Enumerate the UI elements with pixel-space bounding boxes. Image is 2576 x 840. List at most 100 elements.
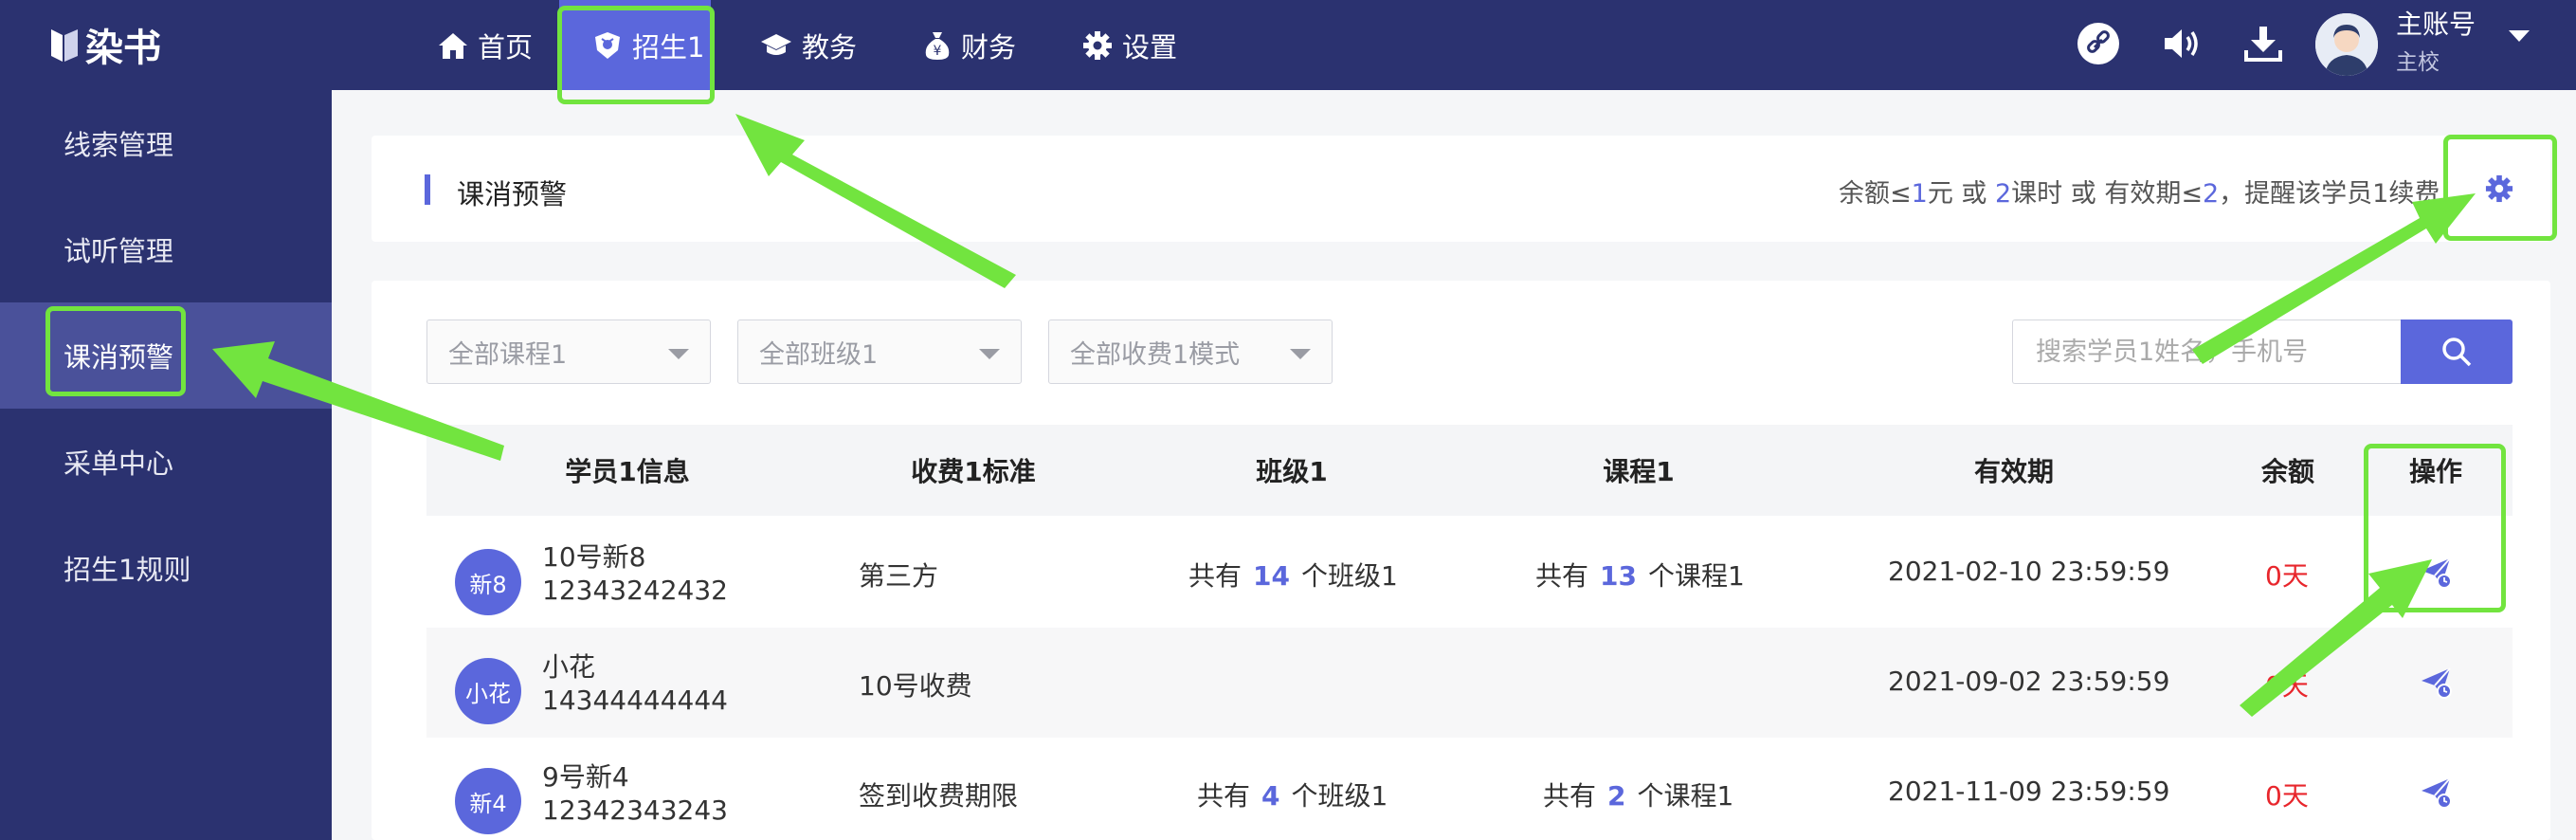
svg-text:¥: ¥ bbox=[934, 44, 942, 59]
caret-down-icon bbox=[2509, 30, 2530, 42]
page-title: 课消预警 bbox=[457, 178, 568, 210]
caret-down-icon bbox=[668, 349, 689, 359]
nav-recruit[interactable]: 招生1 bbox=[559, 0, 711, 90]
sidebar-item-trial[interactable]: 试听管理 bbox=[0, 196, 332, 302]
course-count-suffix: 个课程1 bbox=[1637, 780, 1734, 812]
speaker-icon bbox=[2165, 29, 2198, 58]
remind-rule-text: 余额≤1元 或 2课时 或 有效期≤2，提醒该学员1续费 bbox=[1839, 173, 2440, 210]
column-header-class: 班级1 bbox=[1256, 456, 1328, 487]
sound-button[interactable] bbox=[2153, 15, 2210, 72]
remind-value: 2 bbox=[2202, 179, 2220, 209]
column-header-course: 课程1 bbox=[1603, 456, 1675, 487]
class-count-value[interactable]: 14 bbox=[1253, 560, 1290, 592]
class-count-prefix: 共有 bbox=[1188, 560, 1243, 592]
account-name[interactable]: 主账号 bbox=[2396, 4, 2476, 42]
gear-icon bbox=[2485, 174, 2513, 203]
caret-down-icon bbox=[979, 349, 1000, 359]
sidebar-item-label: 线索管理 bbox=[63, 129, 174, 161]
remind-settings-button[interactable] bbox=[2476, 165, 2523, 212]
column-header-student: 学员1信息 bbox=[565, 456, 690, 487]
nav-home[interactable]: 首页 bbox=[438, 0, 533, 90]
logo-book-icon bbox=[51, 29, 78, 62]
remind-text: 元 或 bbox=[1927, 179, 1995, 209]
column-header-action: 操作 bbox=[2408, 456, 2463, 487]
account-dropdown[interactable] bbox=[2508, 28, 2531, 46]
table-row bbox=[426, 518, 2513, 628]
student-avatar: 新8 bbox=[455, 549, 521, 615]
sidebar-item-collection[interactable]: 采单中心 bbox=[0, 409, 332, 515]
student-phone: 12342343243 bbox=[542, 794, 728, 826]
class-count: 共有 4 个班级1 bbox=[1197, 776, 1388, 813]
class-count-prefix: 共有 bbox=[1197, 780, 1251, 812]
app-logo[interactable]: 染书 bbox=[49, 17, 161, 72]
course-count-prefix: 共有 bbox=[1543, 780, 1597, 812]
link-icon bbox=[2077, 23, 2119, 64]
search-input[interactable] bbox=[2012, 320, 2401, 384]
fee-standard: 第三方 bbox=[859, 560, 939, 592]
sidebar-item-lesson-warning[interactable]: 课消预警 bbox=[0, 302, 332, 409]
class-filter-select[interactable]: 全部班级1 bbox=[737, 320, 1022, 384]
remind-text: 余额≤ bbox=[1839, 179, 1912, 209]
sidebar-item-label: 采单中心 bbox=[63, 447, 174, 480]
table-row bbox=[426, 738, 2513, 840]
nav-finance-label: 财务 bbox=[961, 30, 1017, 64]
nav-academic-label: 教务 bbox=[802, 30, 858, 64]
student-avatar: 新4 bbox=[455, 768, 521, 834]
student-name: 9号新4 bbox=[542, 761, 629, 793]
class-count-value[interactable]: 4 bbox=[1261, 780, 1279, 812]
student-name: 10号新8 bbox=[542, 541, 646, 573]
remind-value: 1 bbox=[1911, 179, 1928, 209]
sidebar-item-label: 试听管理 bbox=[63, 235, 174, 267]
course-count-suffix: 个课程1 bbox=[1647, 560, 1745, 592]
sidebar-item-rules[interactable]: 招生1规则 bbox=[0, 515, 332, 621]
course-filter-value: 全部课程1 bbox=[448, 339, 568, 370]
graduation-cap-icon bbox=[761, 33, 791, 55]
remind-text: 课时 或 有效期≤ bbox=[2011, 179, 2203, 209]
student-name: 小花 bbox=[542, 651, 596, 683]
nav-settings[interactable]: 设置 bbox=[1082, 0, 1177, 90]
sidebar-item-label: 课消预警 bbox=[63, 341, 174, 374]
download-button[interactable] bbox=[2235, 15, 2292, 72]
logo-text: 染书 bbox=[85, 27, 161, 70]
home-icon bbox=[439, 32, 467, 59]
expire-date: 2021-11-09 23:59:59 bbox=[1888, 776, 2170, 807]
course-count: 共有 2 个课程1 bbox=[1543, 776, 1733, 813]
course-count-value[interactable]: 13 bbox=[1600, 560, 1637, 592]
caret-down-icon bbox=[1290, 349, 1311, 359]
account-avatar[interactable] bbox=[2315, 13, 2378, 76]
balance-value: 0天 bbox=[2265, 780, 2309, 812]
nav-academic[interactable]: 教务 bbox=[760, 0, 857, 90]
fee-mode-filter-value: 全部收费1模式 bbox=[1070, 339, 1241, 370]
course-count-prefix: 共有 bbox=[1535, 560, 1589, 592]
download-icon bbox=[2244, 27, 2282, 62]
class-filter-value: 全部班级1 bbox=[759, 339, 879, 370]
send-reminder-icon[interactable] bbox=[2419, 776, 2453, 810]
search-icon bbox=[2442, 338, 2472, 367]
column-header-expire: 有效期 bbox=[1973, 456, 2055, 487]
expire-date: 2021-09-02 23:59:59 bbox=[1888, 666, 2170, 697]
account-role: 主校 bbox=[2396, 50, 2440, 75]
remind-text: ，提醒该学员1续费 bbox=[2219, 179, 2440, 209]
nav-recruit-label: 招生1 bbox=[632, 30, 705, 64]
shield-icon bbox=[595, 31, 620, 59]
class-count-suffix: 个班级1 bbox=[1291, 780, 1388, 812]
nav-finance[interactable]: ¥ 财务 bbox=[923, 0, 1016, 90]
expire-date: 2021-02-10 23:59:59 bbox=[1888, 556, 2170, 587]
fee-mode-filter-select[interactable]: 全部收费1模式 bbox=[1048, 320, 1333, 384]
nav-home-label: 首页 bbox=[478, 30, 534, 64]
title-accent-bar bbox=[425, 174, 430, 205]
class-count: 共有 14 个班级1 bbox=[1188, 556, 1398, 593]
course-filter-select[interactable]: 全部课程1 bbox=[426, 320, 711, 384]
sidebar-item-leads[interactable]: 线索管理 bbox=[0, 90, 332, 196]
send-reminder-icon[interactable] bbox=[2419, 556, 2453, 590]
column-header-fee: 收费1标准 bbox=[911, 456, 1036, 487]
table-header bbox=[426, 425, 2513, 516]
send-reminder-icon[interactable] bbox=[2419, 666, 2453, 700]
remind-value: 2 bbox=[1994, 179, 2012, 209]
course-count: 共有 13 个课程1 bbox=[1535, 556, 1745, 593]
link-button[interactable] bbox=[2070, 15, 2127, 72]
user-avatar-icon bbox=[2315, 13, 2378, 76]
course-count-value[interactable]: 2 bbox=[1607, 780, 1625, 812]
search-button[interactable] bbox=[2401, 320, 2513, 384]
money-bag-icon: ¥ bbox=[925, 31, 950, 60]
